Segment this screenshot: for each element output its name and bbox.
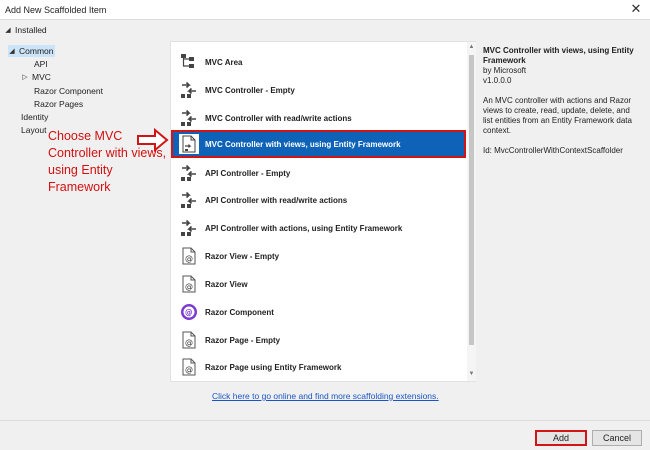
- close-icon[interactable]: ✕: [628, 1, 644, 17]
- details-version: v1.0.0.0: [483, 76, 512, 85]
- sidebar-item-razor-pages[interactable]: Razor Pages: [34, 98, 83, 110]
- sidebar-item-label: Common: [19, 46, 54, 56]
- template-item[interactable]: API Controller with read/write actions: [171, 186, 466, 214]
- template-item-label: Razor Component: [205, 307, 274, 317]
- sidebar-item-label: Layout: [21, 125, 47, 135]
- razor-view-icon: @: [179, 246, 199, 266]
- sidebar-item-label: API: [34, 59, 48, 69]
- add-button[interactable]: Add: [535, 430, 587, 446]
- sidebar-item-label: Razor Component: [34, 86, 103, 96]
- window-title: Add New Scaffolded Item: [5, 5, 107, 15]
- template-item-label: MVC Controller with read/write actions: [205, 113, 352, 123]
- title-bar: Add New Scaffolded Item ✕: [0, 0, 650, 20]
- template-item-label: API Controller - Empty: [205, 168, 291, 178]
- collapse-chevron-icon[interactable]: ◢: [4, 26, 12, 34]
- razor-view-icon: @: [179, 274, 199, 294]
- sidebar-item-label: MVC: [32, 72, 51, 82]
- template-item[interactable]: @ Razor Page - Empty: [171, 326, 466, 354]
- list-scrollbar[interactable]: ▲ ▼: [467, 42, 476, 381]
- sidebar-item-common[interactable]: ◢ Common: [8, 45, 56, 57]
- sidebar-item-layout[interactable]: Layout: [21, 124, 47, 136]
- sidebar-item-razor-component[interactable]: Razor Component: [34, 85, 103, 97]
- template-item-label: API Controller with read/write actions: [205, 195, 348, 205]
- details-author: by Microsoft: [483, 66, 527, 75]
- scrollbar-thumb[interactable]: [469, 55, 474, 345]
- sidebar-item-identity[interactable]: Identity: [21, 111, 48, 123]
- blazor-icon: @: [179, 302, 199, 322]
- template-item[interactable]: @ Razor Page using Entity Framework: [171, 353, 466, 381]
- template-item-label: MVC Area: [205, 57, 243, 67]
- sidebar-item-mvc[interactable]: ▷ MVC: [21, 71, 51, 83]
- cancel-button[interactable]: Cancel: [592, 430, 642, 446]
- template-item[interactable]: @ Razor View: [171, 270, 466, 298]
- controller-ef-icon: [179, 134, 199, 154]
- sidebar-item-label: Identity: [21, 112, 49, 122]
- svg-text:@: @: [185, 308, 193, 317]
- details-title: MVC Controller with views, using Entity …: [483, 46, 634, 65]
- controller-icon: [179, 218, 199, 238]
- svg-text:@: @: [185, 338, 193, 347]
- template-item[interactable]: MVC Controller - Empty: [171, 76, 466, 104]
- controller-icon: [179, 108, 199, 128]
- sidebar-item-label: Razor Pages: [34, 99, 84, 109]
- template-item[interactable]: @ Razor View - Empty: [171, 242, 466, 270]
- details-description: An MVC controller with actions and Razor…: [483, 96, 632, 135]
- scroll-up-icon[interactable]: ▲: [467, 44, 476, 53]
- expanded-chevron-icon[interactable]: ◢: [8, 47, 16, 55]
- razor-view-icon: @: [179, 357, 199, 377]
- template-item-label: MVC Controller - Empty: [205, 85, 295, 95]
- template-item-label: Razor View: [205, 279, 248, 289]
- collapsed-chevron-icon[interactable]: ▷: [21, 73, 29, 81]
- svg-text:@: @: [185, 365, 193, 374]
- svg-text:@: @: [185, 282, 193, 291]
- details-pane: MVC Controller with views, using Entity …: [483, 46, 641, 156]
- template-item[interactable]: MVC Controller with views, using Entity …: [171, 130, 466, 158]
- template-item-label: API Controller with actions, using Entit…: [205, 223, 403, 233]
- annotation-arrow-icon: [137, 128, 169, 152]
- online-extensions-link[interactable]: Click here to go online and find more sc…: [212, 391, 439, 401]
- template-item-label: MVC Controller with views, using Entity …: [205, 139, 401, 149]
- controller-icon: [179, 80, 199, 100]
- details-id: Id: MvcControllerWithContextScaffolder: [483, 146, 623, 155]
- installed-header[interactable]: ◢ Installed: [4, 25, 47, 35]
- installed-label: Installed: [15, 25, 47, 35]
- template-item-label: Razor Page - Empty: [205, 335, 281, 345]
- template-list[interactable]: MVC Area MVC Controller - Empty MVC Contro…: [170, 41, 476, 382]
- svg-text:@: @: [185, 254, 193, 263]
- razor-view-icon: @: [179, 330, 199, 350]
- controller-icon: [179, 190, 199, 210]
- template-item[interactable]: API Controller - Empty: [171, 159, 466, 187]
- sidebar-item-api[interactable]: API: [34, 58, 48, 70]
- scroll-down-icon[interactable]: ▼: [467, 371, 476, 380]
- template-item[interactable]: MVC Controller with read/write actions: [171, 104, 466, 132]
- footer-divider: [0, 420, 650, 421]
- controller-icon: [179, 163, 199, 183]
- template-item-label: Razor Page using Entity Framework: [205, 362, 342, 372]
- template-item[interactable]: @ Razor Component: [171, 298, 466, 326]
- template-item-label: Razor View - Empty: [205, 251, 280, 261]
- template-item[interactable]: API Controller with actions, using Entit…: [171, 214, 466, 242]
- mvc-area-icon: [179, 52, 199, 72]
- template-item[interactable]: MVC Area: [171, 48, 466, 76]
